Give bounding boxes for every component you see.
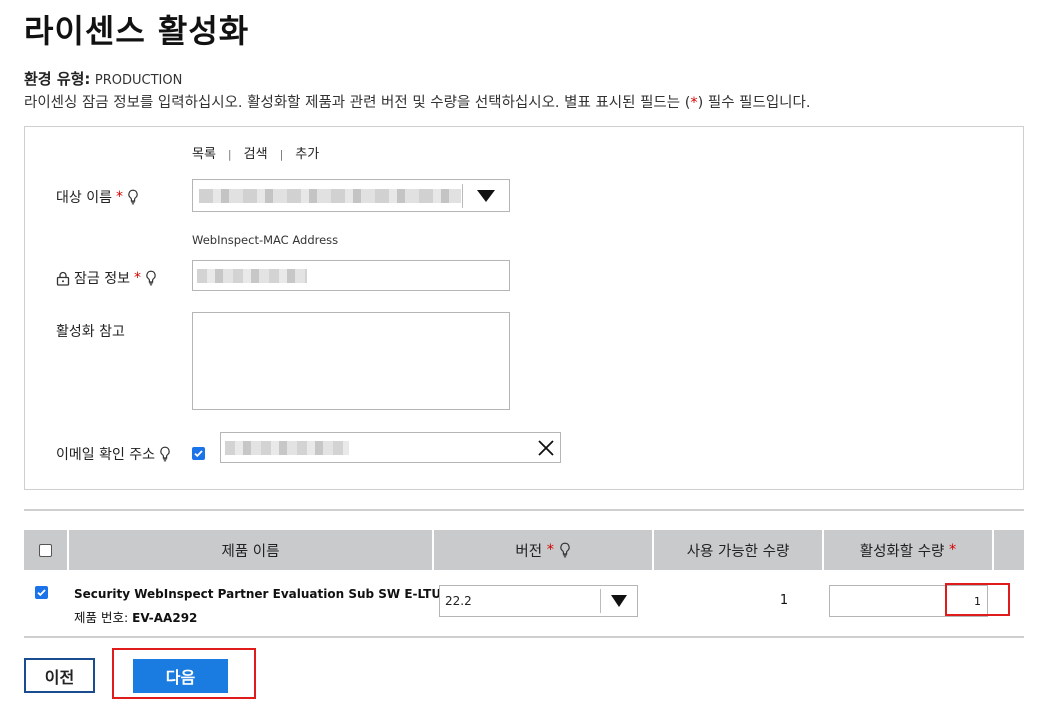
qty-highlight-box	[945, 583, 1010, 616]
check-icon	[194, 450, 203, 458]
target-links: 목록 | 검색 | 추가	[192, 143, 319, 162]
required-star: *	[115, 189, 123, 205]
env-label: 환경 유형:	[24, 70, 91, 88]
next-button[interactable]: 다음	[133, 659, 228, 693]
header-product-name: 제품 이름	[69, 530, 434, 570]
link-search[interactable]: 검색	[244, 147, 268, 162]
target-name-select[interactable]	[192, 179, 510, 212]
activation-note-label: 활성화 참고	[56, 324, 125, 340]
link-add[interactable]: 추가	[295, 147, 319, 162]
instructions: 라이센싱 잠금 정보를 입력하십시오. 활성화할 제품과 관련 버전 및 수량을…	[24, 91, 810, 112]
email-label: 이메일 확인 주소	[56, 444, 171, 464]
version-select[interactable]: 22.2	[439, 585, 638, 617]
lightbulb-icon[interactable]	[145, 270, 157, 286]
product-table-header: 제품 이름 버전 * 사용 가능한 수량 활성화할 수량 *	[24, 530, 1024, 570]
lock-icon	[56, 271, 70, 286]
email-value-redacted	[225, 441, 349, 455]
lightbulb-icon[interactable]	[127, 189, 139, 205]
lightbulb-icon[interactable]	[159, 446, 171, 462]
header-version-text: 버전	[515, 543, 543, 560]
page-title: 라이센스 활성화	[24, 12, 250, 50]
activation-note-textarea[interactable]	[192, 312, 510, 410]
target-name-value-redacted	[199, 189, 461, 203]
table-row: Security WebInspect Partner Evaluation S…	[24, 570, 1024, 638]
required-star: *	[133, 270, 141, 286]
lock-info-value-redacted	[197, 269, 307, 283]
target-name-text: 대상 이름	[56, 190, 112, 206]
header-available-qty: 사용 가능한 수량	[654, 530, 824, 570]
dropdown-arrow-icon[interactable]	[477, 190, 495, 202]
header-activate-text: 활성화할 수량	[859, 543, 945, 560]
product-number-value: EV-AA292	[132, 611, 198, 625]
row-checkbox[interactable]	[35, 586, 48, 599]
required-star: *	[949, 542, 957, 558]
dropdown-arrow-icon[interactable]	[611, 595, 627, 607]
section-divider	[24, 509, 1024, 511]
link-separator: |	[279, 148, 284, 161]
select-divider	[600, 589, 601, 613]
check-icon	[37, 589, 46, 597]
email-checkbox[interactable]	[192, 447, 205, 460]
lock-info-text: 잠금 정보	[74, 271, 130, 287]
instructions-star: *	[690, 95, 698, 111]
required-star: *	[546, 542, 554, 558]
version-value: 22.2	[445, 594, 472, 608]
link-separator: |	[227, 148, 232, 161]
header-version: 버전 *	[434, 530, 654, 570]
environment-type: 환경 유형: PRODUCTION	[24, 68, 182, 89]
email-label-text: 이메일 확인 주소	[56, 447, 156, 463]
product-number-label: 제품 번호:	[74, 610, 129, 625]
env-value: PRODUCTION	[94, 73, 183, 88]
product-number: 제품 번호: EV-AA292	[74, 607, 197, 626]
lock-info-input[interactable]	[192, 260, 510, 291]
header-activate-qty: 활성화할 수량 *	[824, 530, 994, 570]
select-all-checkbox[interactable]	[39, 543, 52, 557]
instructions-suffix: ) 필수 필드입니다.	[697, 95, 811, 111]
product-name: Security WebInspect Partner Evaluation S…	[74, 587, 442, 601]
available-qty: 1	[779, 593, 789, 608]
select-divider	[462, 184, 463, 208]
instructions-prefix: 라이센싱 잠금 정보를 입력하십시오. 활성화할 제품과 관련 버전 및 수량을…	[24, 95, 691, 111]
close-icon[interactable]	[536, 438, 556, 458]
header-extra	[994, 530, 1024, 570]
lock-info-label: 잠금 정보 *	[56, 268, 157, 288]
email-input[interactable]	[220, 432, 561, 463]
link-list[interactable]: 목록	[192, 147, 216, 162]
select-all-cell	[24, 530, 69, 570]
prev-button[interactable]: 이전	[24, 658, 95, 693]
lightbulb-icon[interactable]	[559, 542, 571, 558]
target-name-hint: WebInspect-MAC Address	[192, 233, 339, 247]
target-name-label: 대상 이름 *	[56, 187, 139, 207]
